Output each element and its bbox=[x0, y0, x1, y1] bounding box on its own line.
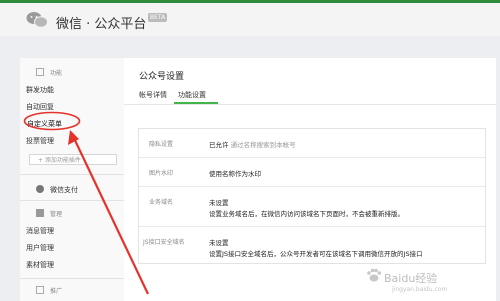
row-divider bbox=[139, 157, 485, 158]
wechat-logo-icon bbox=[26, 12, 48, 28]
highlight-circle bbox=[23, 111, 81, 131]
sidebar-item-vote-manage[interactable]: 投票管理 bbox=[26, 136, 54, 146]
section-label: 推广 bbox=[50, 288, 63, 295]
sidebar-item-users[interactable]: 用户管理 bbox=[26, 243, 54, 253]
section-label: 微信支付 bbox=[50, 186, 78, 194]
business-domain-status: 未设置 bbox=[209, 199, 229, 207]
section-label: 管理 bbox=[50, 211, 63, 218]
sidebar-divider bbox=[20, 200, 124, 201]
privacy-note: 通过名称搜索到本帐号 bbox=[230, 141, 296, 149]
tab-function-settings[interactable]: 功能设置 bbox=[178, 90, 206, 100]
sidebar-divider bbox=[20, 174, 124, 175]
watermark-url: jingyan.baidu.com bbox=[392, 286, 448, 293]
add-plugin-button[interactable]: + 添加功能插件 bbox=[29, 154, 117, 165]
main-panel: 公众号设置 帐号详情 功能设置 隐私设置 已允许 通过名称搜索到本帐号 图片水印… bbox=[124, 58, 496, 301]
sidebar-section-pay[interactable]: 微信支付 bbox=[36, 185, 78, 195]
section-label: 功能 bbox=[50, 70, 63, 77]
settings-table: 隐私设置 已允许 通过名称搜索到本帐号 图片水印 使用名称作为水印 业务域名 未… bbox=[138, 128, 486, 264]
sidebar-section-manage: 管理 bbox=[36, 209, 62, 218]
sidebar-item-messages[interactable]: 消息管理 bbox=[26, 226, 54, 236]
js-domain-status: 未设置 bbox=[209, 239, 229, 247]
platform-title[interactable]: 微信 · 公众平台 bbox=[56, 13, 146, 32]
folder-icon bbox=[36, 209, 44, 217]
row-divider bbox=[139, 186, 485, 187]
sidebar-divider bbox=[20, 278, 124, 279]
tabs-divider bbox=[124, 104, 496, 105]
business-domain-note: 设置业务域名后，在微信内访问该域名下页面时，不会被重新排版。 bbox=[209, 210, 404, 218]
row-divider bbox=[139, 226, 485, 227]
baidu-paw-icon bbox=[367, 268, 382, 282]
sidebar-item-materials[interactable]: 素材管理 bbox=[26, 260, 54, 270]
beta-badge: BETA bbox=[148, 13, 168, 22]
megaphone-icon bbox=[36, 286, 44, 294]
watermark-value: 使用名称作为水印 bbox=[209, 170, 261, 178]
js-domain-label: JS接口安全域名 bbox=[143, 239, 185, 246]
sidebar-section-promo: 推广 bbox=[36, 286, 62, 295]
watermark-text: Baidu经验 bbox=[384, 272, 438, 285]
privacy-value: 已允许 通过名称搜索到本帐号 bbox=[209, 139, 296, 149]
privacy-label: 隐私设置 bbox=[149, 141, 174, 148]
page-title: 公众号设置 bbox=[139, 72, 185, 82]
js-domain-note: 设置JS接口安全域名后，公众号开发者可在该域名下调用微信开放的JS接口 bbox=[209, 250, 423, 258]
grid-icon bbox=[36, 68, 44, 76]
business-domain-label: 业务域名 bbox=[149, 199, 174, 206]
watermark-label: 图片水印 bbox=[149, 170, 174, 177]
wechat-pay-icon bbox=[36, 185, 44, 193]
sidebar: 功能 群发功能 自动回复 自定义菜单 投票管理 + 添加功能插件 微信支付 管理… bbox=[20, 58, 125, 301]
sidebar-section-function: 功能 bbox=[36, 68, 62, 77]
tab-account-details[interactable]: 帐号详情 bbox=[139, 90, 167, 100]
top-bar: 微信 · 公众平台 BETA bbox=[0, 0, 500, 36]
sidebar-item-mass-send[interactable]: 群发功能 bbox=[26, 85, 54, 95]
privacy-status: 已允许 bbox=[209, 141, 229, 149]
